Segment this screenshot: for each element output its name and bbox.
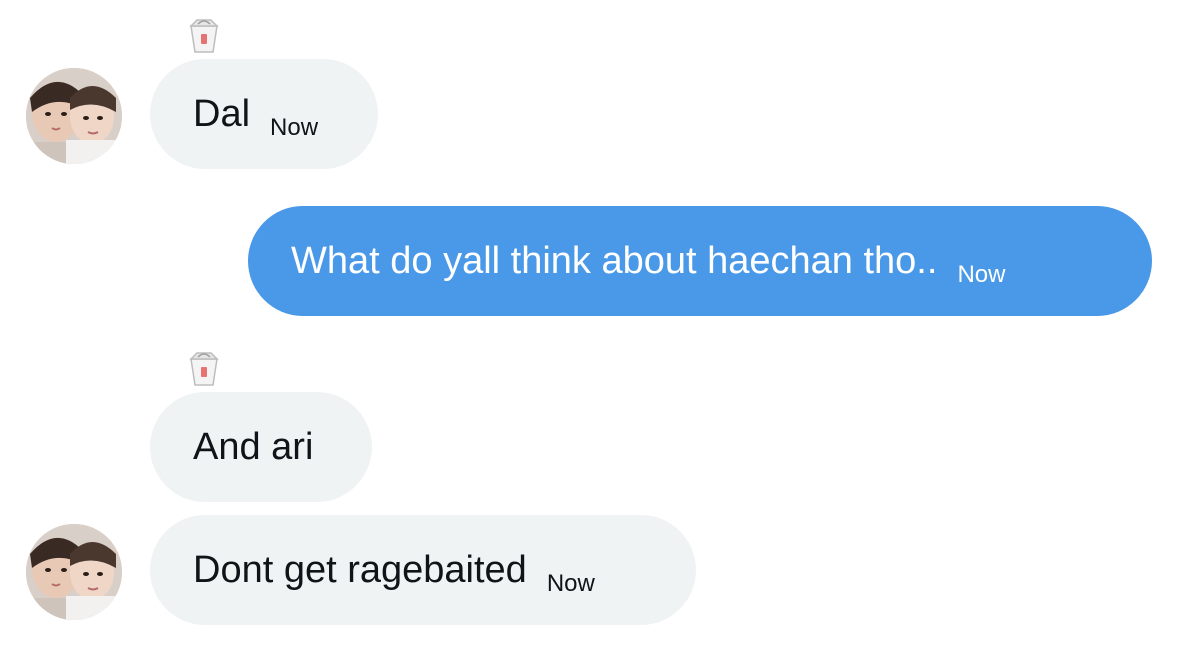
message-text: Dal [193, 93, 251, 135]
takeout-box-icon [187, 18, 221, 54]
avatar[interactable] [26, 524, 122, 620]
message-timestamp: Now [546, 570, 595, 597]
message-bubble[interactable]: Dal Now [150, 59, 378, 169]
message-bubble[interactable]: What do yall think about haechan tho.. N… [248, 206, 1152, 316]
message-timestamp: Now [270, 114, 319, 141]
message-timestamp: Now [957, 261, 1006, 288]
takeout-box-icon [187, 351, 221, 387]
message-text: What do yall think about haechan tho.. [291, 240, 938, 282]
message-bubble[interactable]: Dont get ragebaited Now [150, 515, 696, 625]
message-text: Dont get ragebaited [193, 549, 527, 591]
message-bubble[interactable]: And ari [150, 392, 372, 502]
message-text: And ari [193, 426, 314, 468]
avatar[interactable] [26, 68, 122, 164]
